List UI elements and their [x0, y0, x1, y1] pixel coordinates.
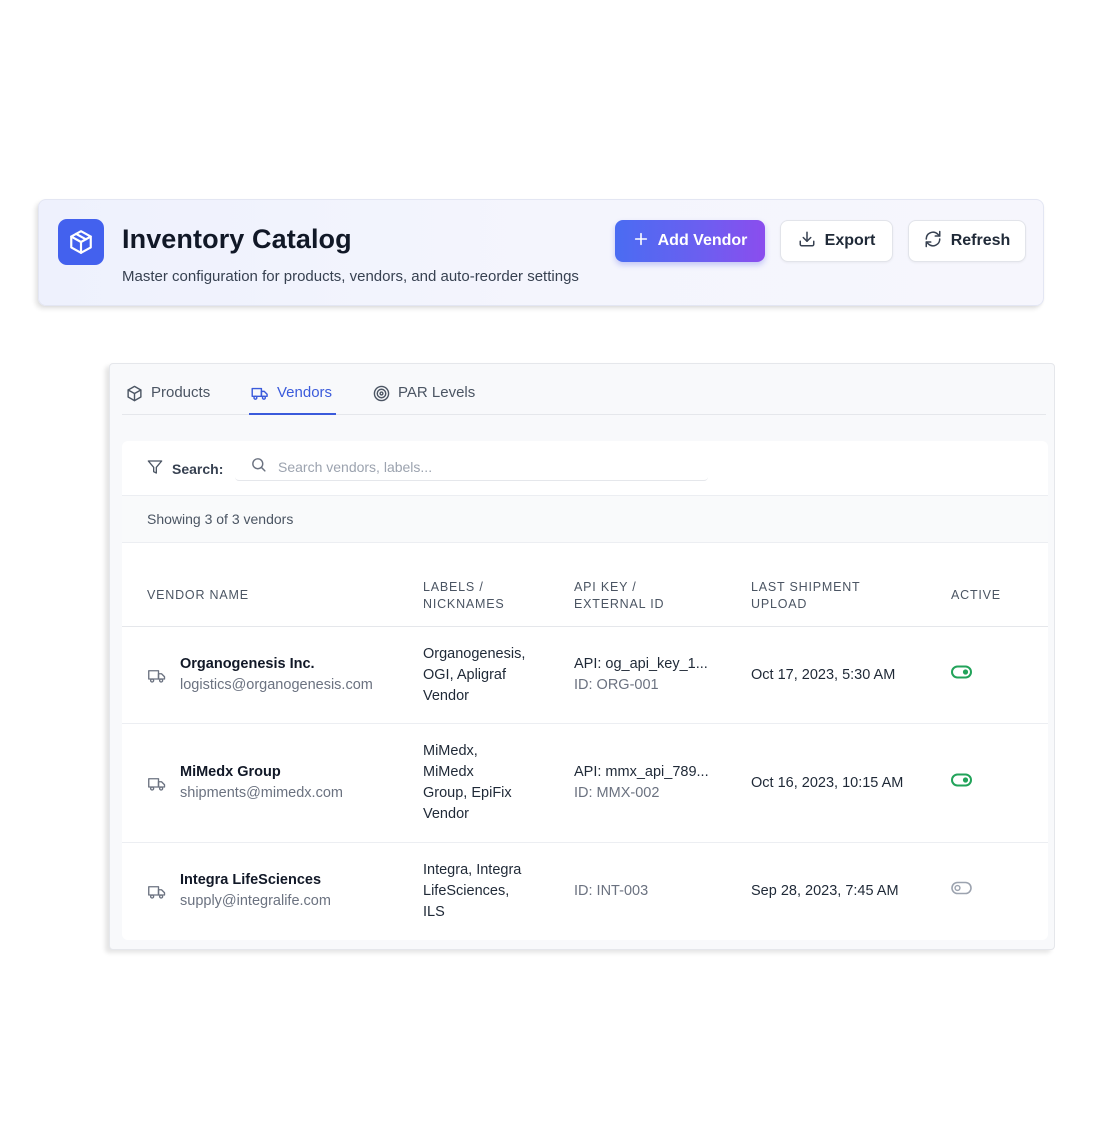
search-input[interactable] — [278, 459, 678, 475]
truck-icon — [147, 667, 167, 690]
column-header-shipment-line1: LAST SHIPMENT — [751, 580, 861, 594]
table-header: VENDOR NAME LABELS / NICKNAMES API KEY /… — [122, 543, 1048, 627]
vendor-info: Integra LifeSciences supply@integralife.… — [180, 870, 331, 912]
external-id: ID: MMX-002 — [574, 785, 660, 801]
external-id: ID: ORG-001 — [574, 677, 659, 693]
truck-icon — [147, 775, 167, 798]
page-subtitle: Master configuration for products, vendo… — [122, 268, 579, 285]
vendors-content: Search: Showing 3 of 3 vendors VENDOR NA… — [122, 441, 1048, 940]
tab-products-label: Products — [151, 384, 211, 401]
column-header-api-line1: API KEY / — [574, 580, 637, 594]
column-header-labels: LABELS / NICKNAMES — [423, 579, 505, 613]
export-label: Export — [824, 232, 876, 249]
label-line: OGI, Apligraf — [423, 667, 507, 683]
search-icon — [250, 456, 267, 478]
result-count: Showing 3 of 3 vendors — [122, 496, 1048, 543]
vendor-labels: Organogenesis, OGI, Apligraf Vendor — [423, 644, 525, 707]
table-row[interactable]: MiMedx Group shipments@mimedx.com MiMedx… — [122, 724, 1048, 843]
vendor-name: MiMedx Group — [180, 764, 281, 780]
add-vendor-label: Add Vendor — [657, 232, 748, 249]
label-line: Organogenesis, — [423, 646, 526, 662]
column-header-active: ACTIVE — [951, 588, 1001, 602]
refresh-button[interactable]: Refresh — [908, 220, 1026, 262]
tab-vendors[interactable]: Vendors — [249, 384, 337, 415]
table-row[interactable]: Organogenesis Inc. logistics@organogenes… — [122, 627, 1048, 724]
column-header-last-shipment: LAST SHIPMENT UPLOAD — [751, 579, 861, 613]
plus-icon — [633, 231, 649, 252]
vendor-info: Organogenesis Inc. logistics@organogenes… — [180, 654, 373, 696]
vendor-email: logistics@organogenesis.com — [180, 677, 373, 693]
column-header-labels-line2: NICKNAMES — [423, 597, 505, 611]
api-key: API: mmx_api_789... — [574, 764, 709, 780]
label-line: ILS — [423, 904, 445, 920]
column-header-vendor-name: VENDOR NAME — [147, 588, 249, 602]
vendor-name: Integra LifeSciences — [180, 872, 322, 888]
export-button[interactable]: Export — [780, 220, 893, 262]
truck-icon — [251, 384, 269, 406]
vendor-api-info: API: mmx_api_789... ID: MMX-002 — [574, 762, 709, 804]
tab-par-levels-label: PAR Levels — [398, 384, 476, 401]
label-line: Vendor — [423, 806, 469, 822]
label-line: MiMedx — [423, 764, 474, 780]
tab-products[interactable]: Products — [126, 384, 210, 415]
last-shipment-upload: Oct 17, 2023, 5:30 AM — [751, 667, 896, 683]
refresh-icon — [924, 230, 942, 253]
label-line: Integra, Integra — [423, 862, 522, 878]
active-toggle-off-icon[interactable] — [951, 881, 972, 900]
tab-par-levels[interactable]: PAR Levels — [373, 384, 475, 415]
header-card: Inventory Catalog Master configuration f… — [38, 199, 1044, 306]
filter-label: Search: — [147, 459, 223, 478]
add-vendor-button[interactable]: Add Vendor — [615, 220, 765, 262]
last-shipment-upload: Sep 28, 2023, 7:45 AM — [751, 883, 899, 899]
label-line: Group, EpiFix — [423, 785, 512, 801]
truck-icon — [147, 883, 167, 906]
label-line: Vendor — [423, 688, 469, 704]
column-header-api-line2: EXTERNAL ID — [574, 597, 665, 611]
label-line: MiMedx, — [423, 743, 478, 759]
vendor-api-info: ID: INT-003 — [574, 881, 648, 902]
column-header-api-key: API KEY / EXTERNAL ID — [574, 579, 664, 613]
page-title: Inventory Catalog — [122, 224, 352, 254]
column-header-shipment-line2: UPLOAD — [751, 597, 808, 611]
vendor-labels: MiMedx, MiMedx Group, EpiFix Vendor — [423, 741, 512, 825]
column-header-labels-line1: LABELS / — [423, 580, 484, 594]
catalog-panel: Products Vendors PAR Levels Search: Sear… — [109, 363, 1055, 950]
search-box[interactable] — [235, 454, 708, 481]
vendor-name: Organogenesis Inc. — [180, 656, 315, 672]
vendor-labels: Integra, Integra LifeSciences, ILS — [423, 860, 521, 923]
box-icon — [126, 384, 143, 406]
last-shipment-upload: Oct 16, 2023, 10:15 AM — [751, 775, 904, 791]
vendor-email: shipments@mimedx.com — [180, 785, 343, 801]
vendor-api-info: API: og_api_key_1... ID: ORG-001 — [574, 654, 708, 696]
package-logo-icon — [58, 219, 104, 265]
target-icon — [373, 384, 390, 406]
refresh-label: Refresh — [950, 232, 1011, 249]
filter-bar: Search: — [122, 441, 1048, 496]
download-icon — [798, 230, 816, 253]
api-key: API: og_api_key_1... — [574, 656, 708, 672]
label-line: LifeSciences, — [423, 883, 510, 899]
vendor-info: MiMedx Group shipments@mimedx.com — [180, 762, 343, 804]
active-toggle-on-icon[interactable] — [951, 773, 972, 792]
search-label: Search: — [172, 460, 224, 477]
filter-icon — [147, 459, 163, 478]
tab-vendors-label: Vendors — [277, 384, 333, 401]
table-row[interactable]: Integra LifeSciences supply@integralife.… — [122, 843, 1048, 940]
tab-bar: Products Vendors PAR Levels — [122, 364, 1046, 415]
vendor-email: supply@integralife.com — [180, 893, 331, 909]
active-toggle-on-icon[interactable] — [951, 665, 972, 684]
external-id: ID: INT-003 — [574, 883, 649, 899]
